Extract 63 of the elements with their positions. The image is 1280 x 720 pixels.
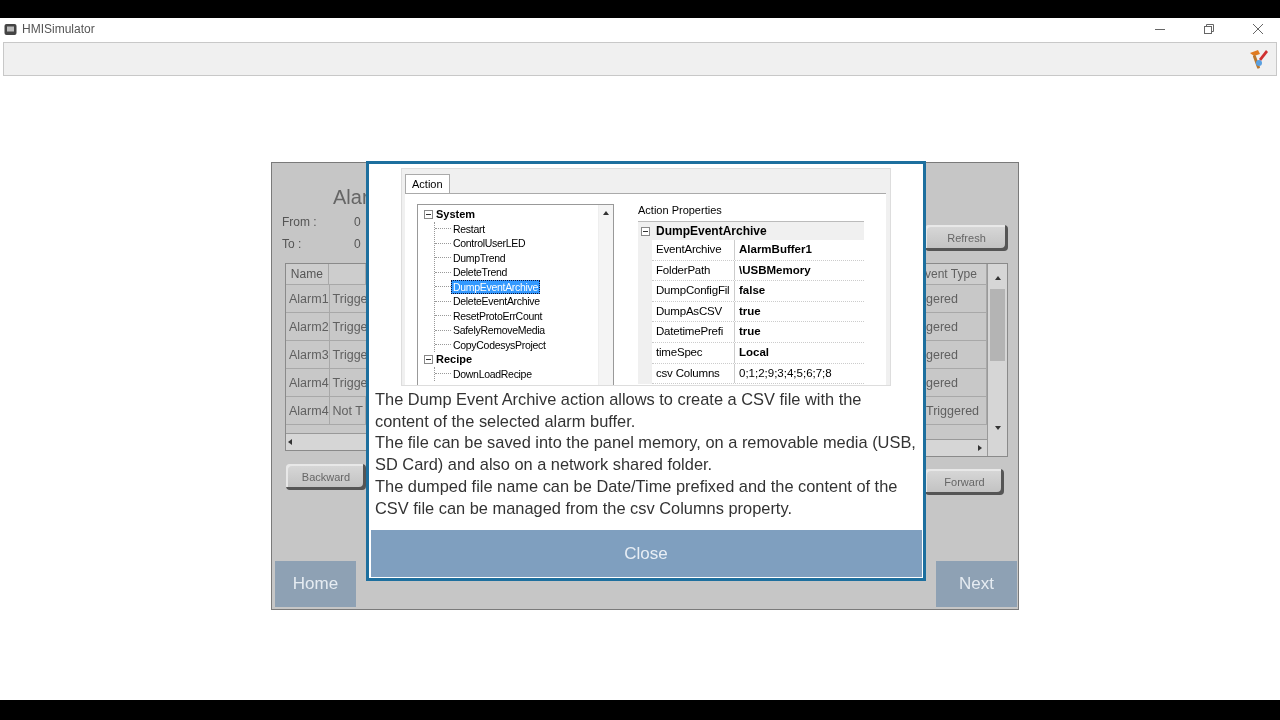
property-category: DumpEventArchive: [656, 224, 767, 238]
table-cell: Alarm1: [286, 285, 330, 312]
scroll-right-icon[interactable]: [976, 444, 984, 452]
horizontal-scrollbar[interactable]: [925, 439, 987, 456]
collapse-icon[interactable]: [641, 226, 650, 236]
property-name: timeSpec: [652, 342, 735, 363]
scroll-up-icon[interactable]: [602, 209, 610, 217]
description-text: The dumped file name can be Date/Time prefixed and the content of the CSV file can be managed from the csv Columns property.: [375, 475, 899, 519]
table-cell: Alarm4: [286, 369, 330, 396]
tree-item[interactable]: DumpTrend: [451, 250, 508, 265]
property-name: DumpConfigFil: [652, 281, 735, 301]
refresh-button[interactable]: Refresh: [925, 225, 1008, 251]
property-value[interactable]: true: [735, 322, 761, 342]
property-value[interactable]: 0;1;2;9;3;4;5;6;7;8: [735, 363, 832, 384]
scroll-down-icon[interactable]: [993, 424, 1002, 432]
description-text: The file can be saved into the panel memory, on a removable media (USB, SD Card) and also on a network shared folder.: [375, 432, 917, 476]
tree-group[interactable]: System: [436, 208, 476, 221]
close-icon[interactable]: [1253, 24, 1263, 34]
table-cell: Alarm3: [286, 341, 330, 368]
properties-label: Action Properties: [638, 204, 723, 216]
restore-icon[interactable]: [1204, 24, 1214, 34]
table-cell: Alarm2: [286, 313, 330, 340]
minimize-icon[interactable]: [1155, 28, 1165, 30]
property-value[interactable]: false: [735, 281, 766, 301]
to-value: 0: [354, 237, 361, 251]
app-icon: [4, 22, 17, 36]
tree-item[interactable]: Restart: [451, 221, 487, 236]
property-value[interactable]: Local: [735, 342, 770, 363]
property-name: FolderPath: [652, 260, 735, 281]
tree-item[interactable]: ControlUserLED: [451, 236, 528, 251]
property-name: DatetimePrefi: [652, 322, 735, 342]
to-label: To :: [282, 237, 303, 251]
collapse-icon[interactable]: [424, 354, 433, 364]
collapse-icon[interactable]: [424, 209, 433, 219]
backward-button[interactable]: Backward: [286, 464, 366, 490]
column-header: vent Type: [925, 264, 987, 284]
tree-item[interactable]: DeleteEventArchive: [451, 294, 542, 309]
tree-item[interactable]: SafelyRemoveMedia: [451, 323, 547, 338]
property-name: csv Columns: [652, 363, 735, 384]
window-title: HMISimulator: [22, 22, 96, 36]
property-name: EventArchive: [652, 240, 735, 260]
scroll-up-icon[interactable]: [993, 274, 1002, 282]
property-value[interactable]: AlarmBuffer1: [735, 240, 812, 260]
tree-item[interactable]: DeleteTrend: [451, 265, 510, 280]
tree-item[interactable]: ResetProtoErrCount: [451, 308, 545, 323]
tree-item[interactable]: CopyCodesysProject: [451, 337, 548, 352]
action-tab[interactable]: Action: [405, 174, 450, 193]
scroll-left-icon[interactable]: [286, 438, 294, 446]
table-cell: Alarm4: [286, 397, 330, 424]
scroll-thumb[interactable]: [990, 289, 1005, 361]
property-name: DumpAsCSV: [652, 301, 735, 322]
tree-item[interactable]: DownLoadRecipe: [451, 366, 534, 381]
from-label: From :: [282, 215, 318, 229]
property-value[interactable]: true: [735, 301, 761, 322]
screen-title: Alar: [333, 185, 366, 210]
description-text: The Dump Event Archive action allows to create a CSV file with the content of the selected alarm buffer.: [375, 389, 863, 432]
vertical-scrollbar[interactable]: [987, 264, 1007, 456]
tree-group[interactable]: Recipe: [436, 353, 473, 366]
column-header: Name: [286, 264, 329, 284]
from-value: 0: [354, 215, 361, 229]
property-value[interactable]: \USBMemory: [735, 260, 811, 281]
horizontal-scrollbar[interactable]: [286, 433, 366, 450]
forward-button[interactable]: Forward: [925, 469, 1004, 495]
